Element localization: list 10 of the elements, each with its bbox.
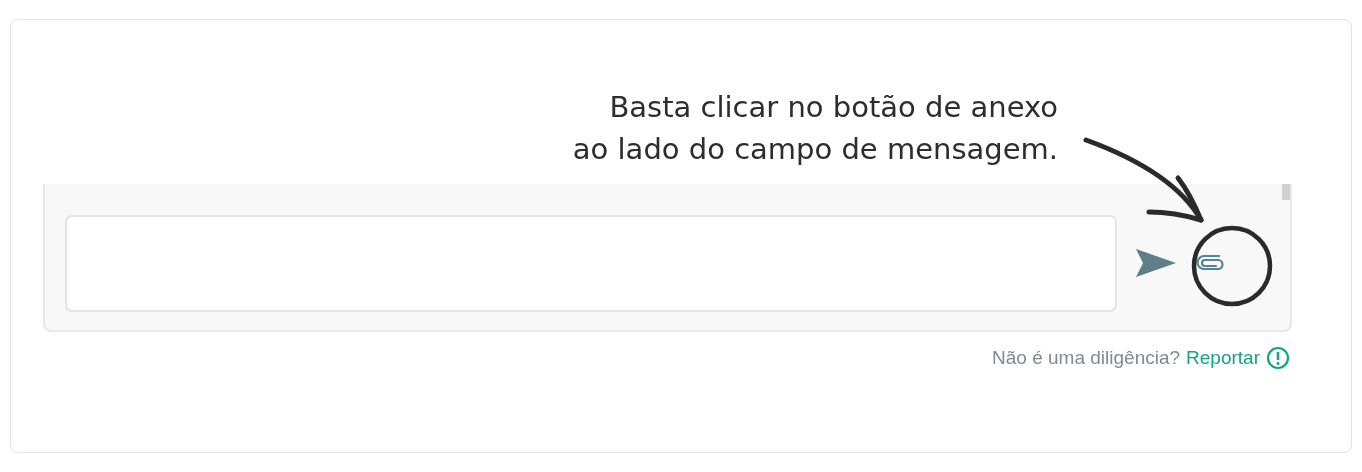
alert-icon: [1266, 346, 1290, 370]
scrollbar-thumb[interactable]: [1282, 184, 1290, 200]
send-button[interactable]: [1135, 247, 1177, 279]
message-input[interactable]: [65, 215, 1117, 312]
callout-text: ao lado do campo de mensagem.: [572, 131, 1058, 168]
send-icon: [1135, 248, 1177, 278]
report-link[interactable]: Reportar: [1186, 347, 1260, 369]
report-question: Não é uma diligência?: [992, 347, 1181, 369]
callout-text: Basta clicar no botão de anexo: [609, 89, 1058, 126]
paperclip-icon: [1196, 253, 1226, 273]
